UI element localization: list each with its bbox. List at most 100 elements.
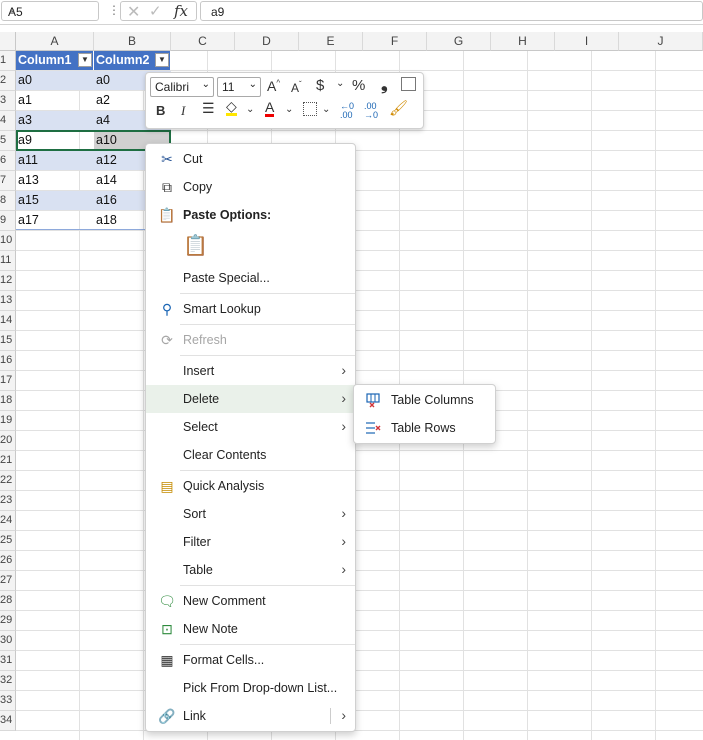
menu-item-clear-contents[interactable]: Clear Contents <box>146 441 355 469</box>
column-header-d[interactable]: D <box>235 32 299 51</box>
insert-function-button[interactable]: fx <box>174 2 188 20</box>
row-header[interactable]: 17 <box>0 371 16 391</box>
row-header[interactable]: 21 <box>0 451 16 471</box>
table-cell[interactable]: a1 <box>16 91 94 110</box>
more-icon[interactable]: ⋮ <box>108 3 120 17</box>
merge-center-icon[interactable] <box>401 77 416 91</box>
table-cell[interactable]: a15 <box>16 191 94 210</box>
comma-style-button[interactable]: ❟ <box>381 75 388 95</box>
table-cell[interactable]: a13 <box>16 171 94 190</box>
row-header[interactable]: 34 <box>0 711 16 731</box>
row-header[interactable]: 6 <box>0 151 16 171</box>
paste-button[interactable]: 📋 <box>183 233 208 259</box>
row-header[interactable]: 12 <box>0 271 16 291</box>
row-header[interactable]: 22 <box>0 471 16 491</box>
column-header-i[interactable]: I <box>555 32 619 51</box>
font-size-dropdown[interactable]: 11 ⌄ <box>217 77 261 97</box>
menu-item-smart-lookup[interactable]: ⚲ Smart Lookup <box>146 295 355 323</box>
row-header[interactable]: 16 <box>0 351 16 371</box>
menu-item-filter[interactable]: Filter › <box>146 528 355 556</box>
chevron-down-icon[interactable]: ⌄ <box>285 104 293 115</box>
font-name-dropdown[interactable]: Calibri ⌄ <box>150 77 214 97</box>
row-header[interactable]: 2 <box>0 71 16 91</box>
row-header[interactable]: 32 <box>0 671 16 691</box>
chevron-down-icon[interactable]: ⌄ <box>322 104 330 115</box>
row-header[interactable]: 5 <box>0 131 16 151</box>
menu-item-paste-special[interactable]: Paste Special... <box>146 264 355 292</box>
format-painter-icon[interactable]: 🖌 <box>389 99 408 117</box>
column-header-h[interactable]: H <box>491 32 555 51</box>
menu-item-link[interactable]: 🔗 Link › <box>146 702 355 730</box>
decrease-decimal-icon[interactable]: .00 →0 <box>364 102 378 120</box>
menu-item-pick-from-dropdown[interactable]: Pick From Drop-down List... <box>146 674 355 702</box>
fill-color-icon[interactable]: ◇ <box>226 99 237 116</box>
row-header[interactable]: 20 <box>0 431 16 451</box>
chevron-down-icon[interactable]: ⌄ <box>8 4 93 15</box>
italic-button[interactable]: I <box>181 103 185 119</box>
table-cell[interactable]: a11 <box>16 151 94 170</box>
menu-item-table-rows[interactable]: Table Rows <box>354 415 495 441</box>
table-header-column1[interactable]: Column1 ▼ <box>16 51 94 70</box>
table-cell[interactable]: a3 <box>16 111 94 130</box>
table-header-column2[interactable]: Column2 ▼ <box>94 51 171 70</box>
menu-item-select[interactable]: Select › <box>146 413 355 441</box>
row-header[interactable]: 27 <box>0 571 16 591</box>
menu-item-table-columns[interactable]: Table Columns <box>354 387 495 413</box>
column-header-f[interactable]: F <box>363 32 427 51</box>
percent-style-button[interactable]: % <box>352 77 365 94</box>
row-header[interactable]: 4 <box>0 111 16 131</box>
row-header[interactable]: 11 <box>0 251 16 271</box>
row-header[interactable]: 1 <box>0 51 16 71</box>
row-header[interactable]: 30 <box>0 631 16 651</box>
row-header[interactable]: 26 <box>0 551 16 571</box>
filter-dropdown-icon[interactable]: ▼ <box>155 53 169 67</box>
row-header[interactable]: 8 <box>0 191 16 211</box>
accounting-format-icon[interactable]: $ <box>316 77 324 94</box>
borders-icon[interactable] <box>303 102 317 116</box>
cancel-icon[interactable]: ✕ <box>127 2 140 22</box>
column-header-j[interactable]: J <box>619 32 703 51</box>
name-box[interactable]: A5 ⌄ <box>1 1 99 21</box>
bold-button[interactable]: B <box>156 103 165 118</box>
row-header[interactable]: 9 <box>0 211 16 231</box>
row-header[interactable]: 23 <box>0 491 16 511</box>
menu-item-delete[interactable]: Delete › <box>146 385 355 413</box>
chevron-down-icon[interactable]: ⌄ <box>336 78 344 89</box>
row-header[interactable]: 15 <box>0 331 16 351</box>
select-all-corner[interactable] <box>0 32 16 51</box>
enter-icon[interactable]: ✓ <box>149 2 162 20</box>
menu-item-copy[interactable]: ⧉ Copy <box>146 173 355 201</box>
row-header[interactable]: 14 <box>0 311 16 331</box>
chevron-down-icon[interactable]: ⌄ <box>246 104 254 115</box>
menu-item-quick-analysis[interactable]: ▤ Quick Analysis <box>146 472 355 500</box>
row-header[interactable]: 10 <box>0 231 16 251</box>
menu-item-new-comment[interactable]: 🗨 New Comment <box>146 587 355 615</box>
row-header[interactable]: 29 <box>0 611 16 631</box>
row-header[interactable]: 13 <box>0 291 16 311</box>
increase-font-size-icon[interactable]: A^ <box>267 78 280 94</box>
menu-item-format-cells[interactable]: ▦ Format Cells... <box>146 646 355 674</box>
formula-input[interactable]: a9 <box>200 1 703 21</box>
increase-decimal-icon[interactable]: ←0.00 <box>340 102 354 120</box>
row-header[interactable]: 28 <box>0 591 16 611</box>
column-header-c[interactable]: C <box>171 32 235 51</box>
menu-item-refresh[interactable]: ⟳ Refresh <box>146 326 355 354</box>
row-header[interactable]: 33 <box>0 691 16 711</box>
row-header[interactable]: 25 <box>0 531 16 551</box>
filter-dropdown-icon[interactable]: ▼ <box>78 53 92 67</box>
menu-item-insert[interactable]: Insert › <box>146 357 355 385</box>
row-header[interactable]: 18 <box>0 391 16 411</box>
column-header-a[interactable]: A <box>16 32 94 51</box>
menu-item-sort[interactable]: Sort › <box>146 500 355 528</box>
menu-item-cut[interactable]: ✂ Cut <box>146 145 355 173</box>
row-header[interactable]: 31 <box>0 651 16 671</box>
table-cell[interactable]: a0 <box>16 71 94 90</box>
row-header[interactable]: 3 <box>0 91 16 111</box>
column-header-e[interactable]: E <box>299 32 363 51</box>
menu-item-table[interactable]: Table › <box>146 556 355 584</box>
align-center-icon[interactable]: ☰ <box>202 100 215 117</box>
chevron-right-icon[interactable]: › <box>341 707 346 723</box>
row-header[interactable]: 24 <box>0 511 16 531</box>
row-header[interactable]: 7 <box>0 171 16 191</box>
row-header[interactable]: 19 <box>0 411 16 431</box>
